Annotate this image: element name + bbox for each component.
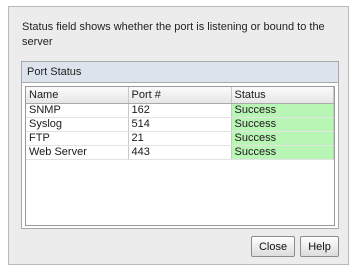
- table-row[interactable]: SNMP 162 Success: [26, 103, 334, 118]
- cell-port: 443: [128, 145, 232, 160]
- cell-status: Success: [231, 131, 334, 146]
- table-row[interactable]: Syslog 514 Success: [26, 117, 334, 132]
- cell-status: Success: [231, 145, 334, 160]
- cell-name: FTP: [26, 131, 129, 146]
- column-header-name[interactable]: Name: [26, 87, 129, 104]
- cell-name: SNMP: [26, 103, 129, 118]
- group-title: Port Status: [22, 62, 338, 83]
- cell-name: Syslog: [26, 117, 129, 132]
- cell-port: 514: [128, 117, 232, 132]
- cell-port: 21: [128, 131, 232, 146]
- port-status-group: Port Status Name Port # Status SNMP 162 …: [21, 61, 339, 229]
- column-header-status[interactable]: Status: [231, 87, 334, 104]
- cell-status: Success: [231, 103, 334, 118]
- help-button[interactable]: Help: [300, 236, 339, 257]
- table-row[interactable]: Web Server 443 Success: [26, 145, 334, 160]
- close-button[interactable]: Close: [251, 236, 295, 257]
- port-status-table: Name Port # Status SNMP 162 Success Sysl…: [25, 86, 335, 226]
- description-text: Status field shows whether the port is l…: [22, 21, 325, 48]
- cell-status: Success: [231, 117, 334, 132]
- table-header-row: Name Port # Status: [26, 87, 334, 104]
- table-row[interactable]: FTP 21 Success: [26, 131, 334, 146]
- cell-name: Web Server: [26, 145, 129, 160]
- cell-port: 162: [128, 103, 232, 118]
- port-status-dialog: Status field shows whether the port is l…: [8, 6, 349, 265]
- column-header-port[interactable]: Port #: [128, 87, 232, 104]
